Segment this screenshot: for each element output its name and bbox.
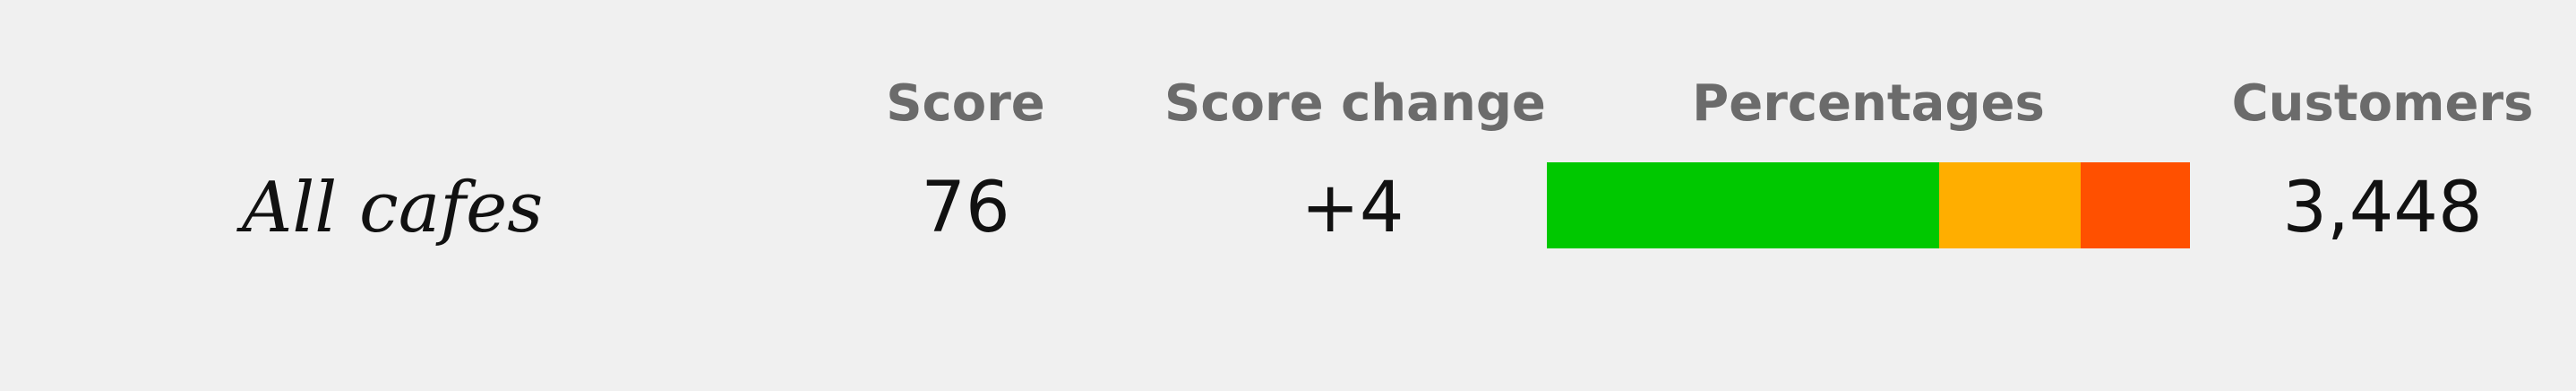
row-label: All cafes: [242, 168, 544, 248]
percentage-segment-3: [2080, 162, 2190, 248]
percentages-bar: [1547, 162, 2190, 248]
header-percentages: Percentages: [1692, 74, 2045, 133]
customers-value: 3,448: [2282, 168, 2483, 248]
percentage-segment-2: [1938, 162, 2081, 248]
header-score: Score: [886, 74, 1045, 133]
header-customers: Customers: [2231, 74, 2534, 133]
score-change-value: +4: [1301, 168, 1404, 248]
header-score-change: Score change: [1164, 74, 1546, 133]
score-value: 76: [921, 168, 1010, 248]
percentage-segment-1: [1547, 162, 1939, 248]
